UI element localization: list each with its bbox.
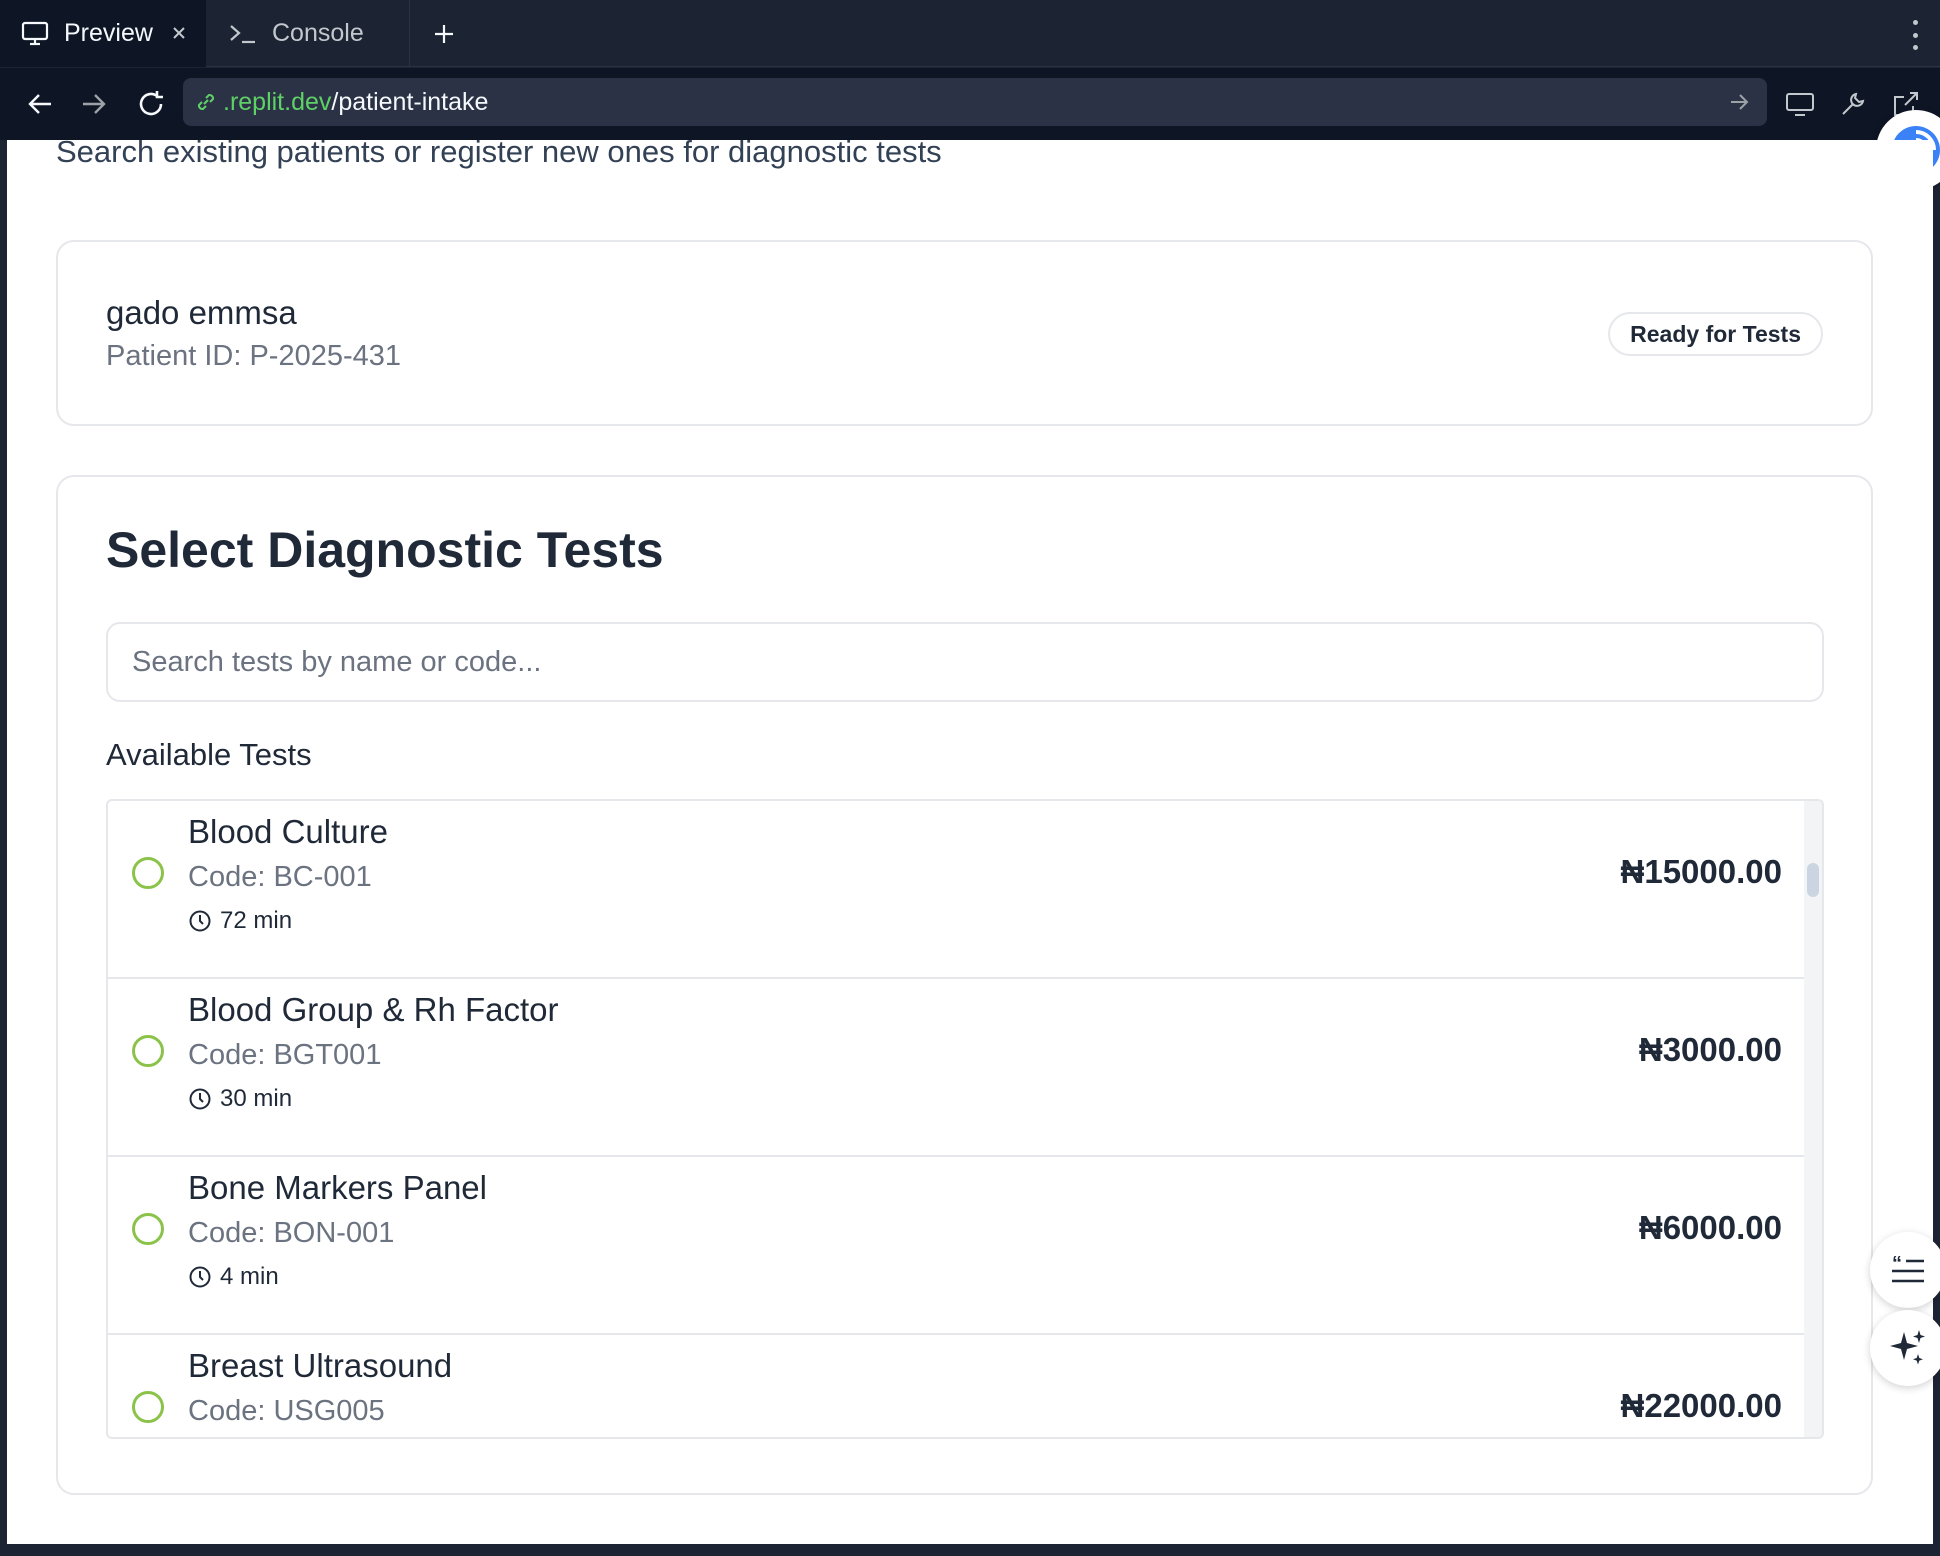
tests-card: Select Diagnostic Tests Available Tests …	[56, 475, 1873, 1495]
wrench-icon[interactable]	[1833, 84, 1873, 124]
test-price: ₦15000.00	[1620, 853, 1782, 890]
new-tab-button[interactable]	[428, 18, 460, 50]
test-price: ₦22000.00	[1620, 1387, 1782, 1424]
test-duration: 30 min	[188, 1085, 292, 1113]
test-duration-value: 72 min	[220, 907, 293, 934]
test-code: Code: USG005	[188, 1395, 385, 1427]
test-select-radio[interactable]	[132, 857, 164, 889]
reload-icon[interactable]	[131, 84, 171, 124]
test-search-input[interactable]	[106, 622, 1824, 702]
test-duration: 72 min	[188, 907, 292, 935]
page-viewport: Search existing patients or register new…	[7, 140, 1933, 1544]
test-price: ₦6000.00	[1638, 1209, 1782, 1246]
url-bar[interactable]: .replit.dev/patient-intake	[183, 78, 1767, 126]
sparkle-icon[interactable]	[1870, 1310, 1940, 1386]
tab-console[interactable]: Console	[208, 0, 410, 67]
test-name: Blood Group & Rh Factor	[188, 991, 559, 1028]
page-subtitle: Search existing patients or register new…	[56, 140, 942, 169]
go-arrow-icon[interactable]	[1725, 88, 1753, 116]
url-path: /patient-intake	[331, 87, 489, 116]
tab-preview-label: Preview	[64, 19, 153, 47]
tests-list[interactable]: Blood Culture Code: BC-001 72 min ₦15000…	[106, 799, 1824, 1439]
test-code: Code: BGT001	[188, 1039, 382, 1071]
list-scrollbar[interactable]	[1804, 801, 1822, 1437]
status-badge: Ready for Tests	[1608, 312, 1823, 356]
test-duration-value: 30 min	[220, 1085, 293, 1112]
test-row-blood-culture[interactable]: Blood Culture Code: BC-001 72 min ₦15000…	[108, 801, 1806, 979]
test-select-radio[interactable]	[132, 1391, 164, 1423]
browser-nav-bar: .replit.dev/patient-intake	[0, 68, 1940, 140]
close-icon[interactable]	[164, 18, 194, 48]
test-price: ₦3000.00	[1638, 1031, 1782, 1068]
test-name: Blood Culture	[188, 813, 388, 850]
test-row-blood-group[interactable]: Blood Group & Rh Factor Code: BGT001 30 …	[108, 979, 1806, 1157]
test-code: Code: BON-001	[188, 1217, 395, 1249]
test-row-bone-markers[interactable]: Bone Markers Panel Code: BON-001 4 min ₦…	[108, 1157, 1806, 1335]
available-tests-label: Available Tests	[106, 737, 312, 772]
patient-id: Patient ID: P-2025-431	[106, 340, 402, 372]
patient-name: gado emmsa	[106, 294, 297, 331]
browser-tab-bar: Preview Console	[0, 0, 1940, 67]
test-name: Bone Markers Panel	[188, 1169, 487, 1206]
test-select-radio[interactable]	[132, 1035, 164, 1067]
forward-arrow-icon[interactable]	[74, 84, 114, 124]
clock-icon	[188, 1087, 212, 1111]
monitor-icon	[20, 19, 50, 49]
more-options-icon[interactable]	[1910, 20, 1920, 50]
test-select-radio[interactable]	[132, 1213, 164, 1245]
back-arrow-icon[interactable]	[20, 84, 60, 124]
test-code: Code: BC-001	[188, 861, 372, 893]
clock-icon	[188, 1265, 212, 1289]
tab-console-label: Console	[272, 19, 364, 47]
patient-card: gado emmsa Patient ID: P-2025-431 Ready …	[56, 240, 1873, 426]
devices-icon[interactable]	[1780, 84, 1820, 124]
clock-icon	[188, 909, 212, 933]
test-duration-value: 4 min	[220, 1263, 279, 1290]
tab-preview[interactable]: Preview	[0, 0, 206, 67]
section-title: Select Diagnostic Tests	[106, 522, 664, 578]
quote-list-icon[interactable]: “	[1870, 1232, 1940, 1308]
link-icon	[191, 87, 221, 117]
test-duration: 4 min	[188, 1263, 279, 1291]
test-name: Breast Ultrasound	[188, 1347, 453, 1384]
url-domain: .replit.dev	[223, 87, 332, 116]
terminal-icon	[228, 19, 258, 49]
test-row-breast-ultrasound[interactable]: Breast Ultrasound Code: USG005 ₦22000.00	[108, 1335, 1806, 1437]
list-scrollbar-thumb[interactable]	[1807, 863, 1819, 897]
